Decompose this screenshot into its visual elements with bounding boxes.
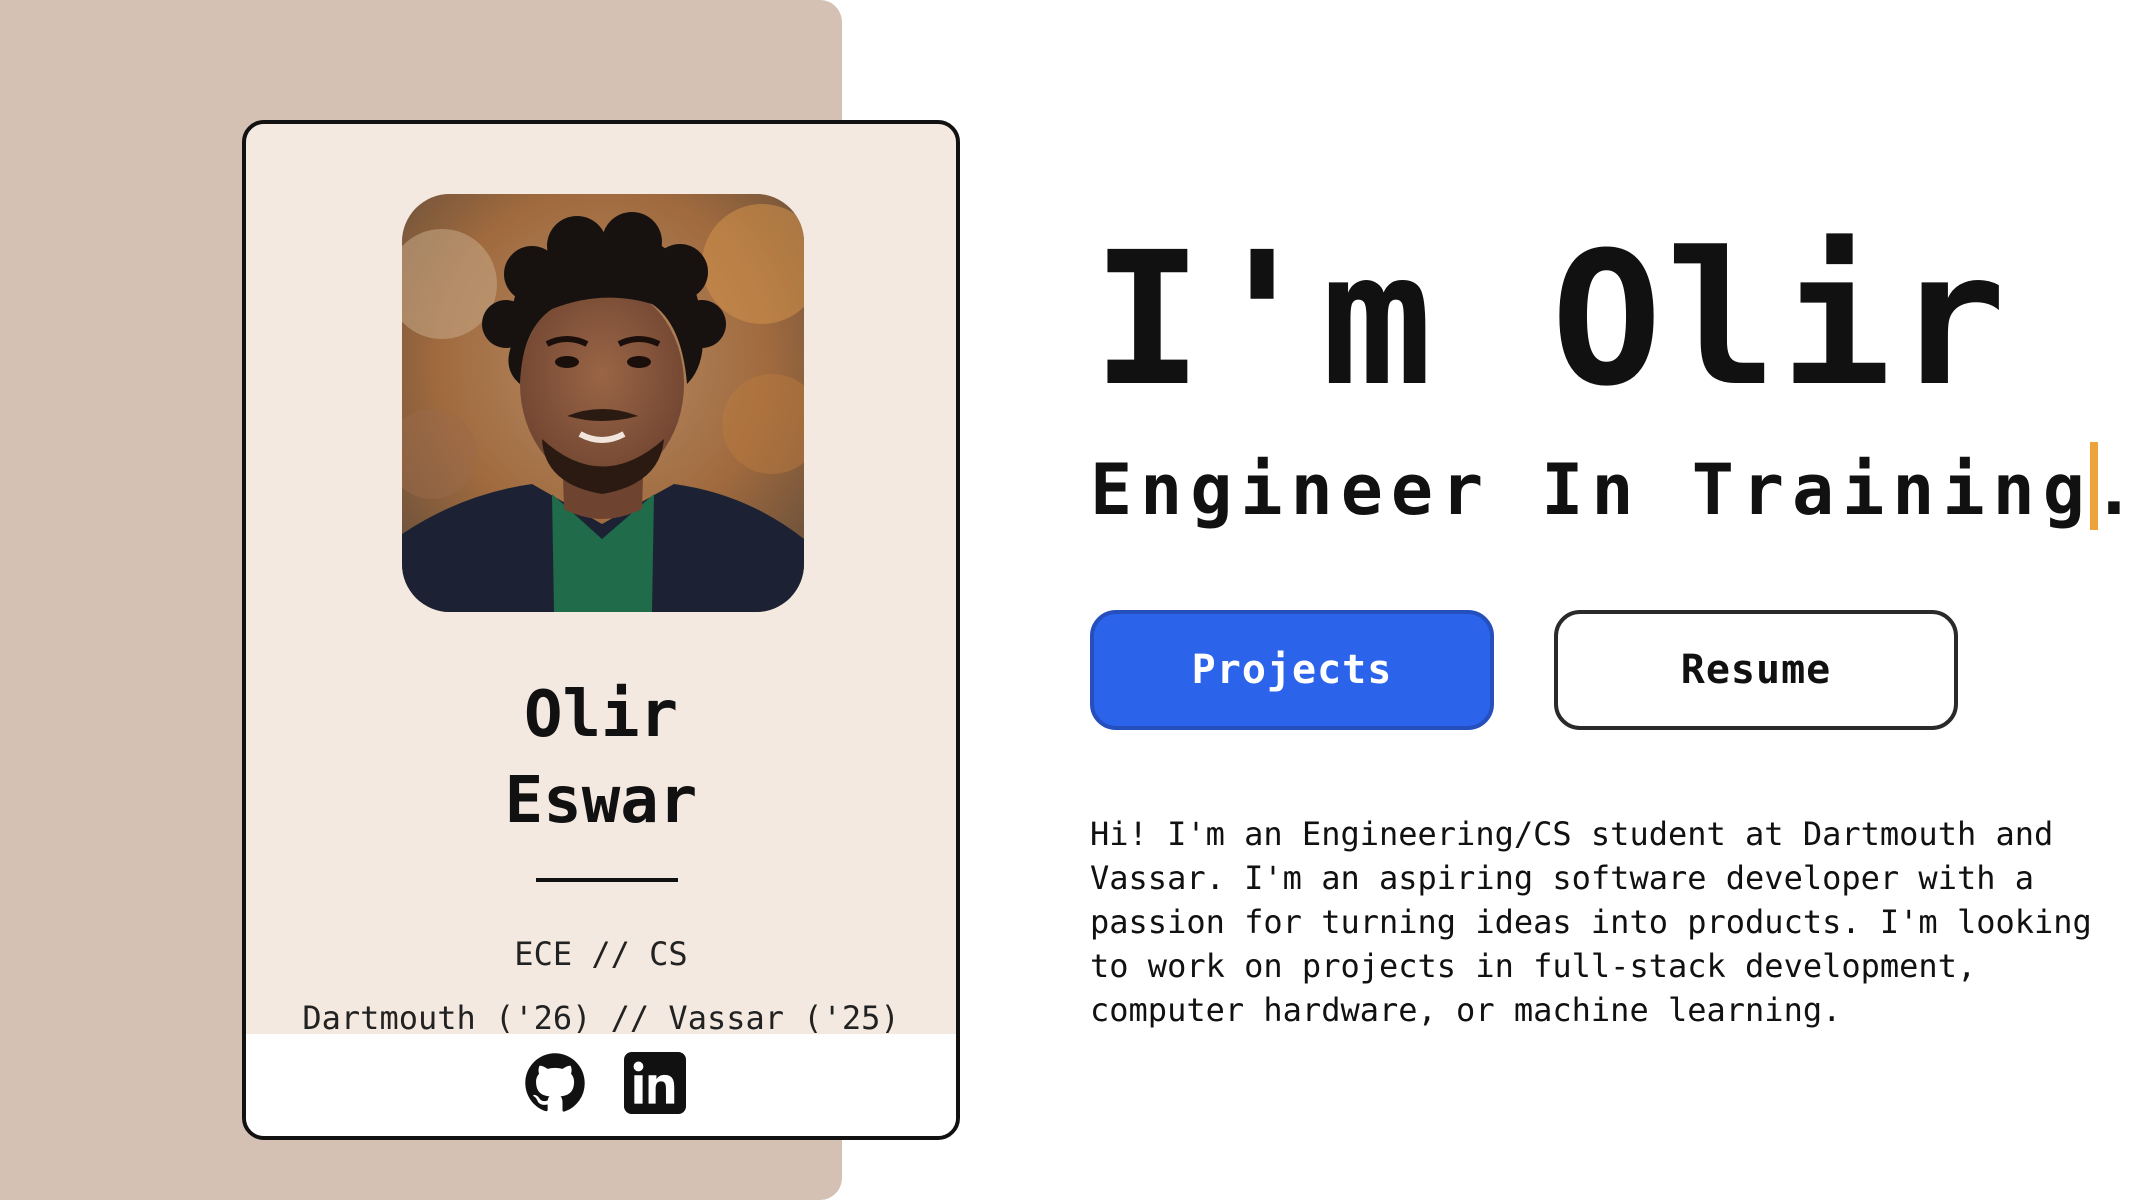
hero-tagline: Engineer In Training.: [1090, 449, 2144, 531]
bio-paragraph: Hi! I'm an Engineering/CS student at Dar…: [1090, 815, 2092, 1029]
linkedin-link[interactable]: [624, 1052, 686, 1114]
major-text: ECE // CS: [514, 935, 688, 973]
typing-cursor: [2090, 442, 2098, 530]
profile-name: Olir Eswar: [246, 672, 956, 844]
first-name: Olir: [523, 678, 679, 752]
last-name: Eswar: [504, 764, 698, 838]
profile-photo: [402, 194, 804, 612]
portfolio-page: Olir Eswar ECE // CS Dartmouth ('26) // …: [0, 0, 2154, 1204]
github-link[interactable]: [524, 1052, 586, 1114]
social-links-bar: [246, 1034, 956, 1136]
name-divider: [536, 878, 678, 882]
hero-headline: I'm Olir: [1092, 213, 2011, 427]
resume-button[interactable]: Resume: [1554, 610, 1958, 730]
github-icon: [525, 1053, 585, 1112]
profile-photo-image: [402, 194, 804, 612]
profile-card: Olir Eswar ECE // CS Dartmouth ('26) // …: [242, 120, 960, 1140]
linkedin-icon: [624, 1052, 686, 1114]
projects-button[interactable]: Projects: [1090, 610, 1494, 730]
